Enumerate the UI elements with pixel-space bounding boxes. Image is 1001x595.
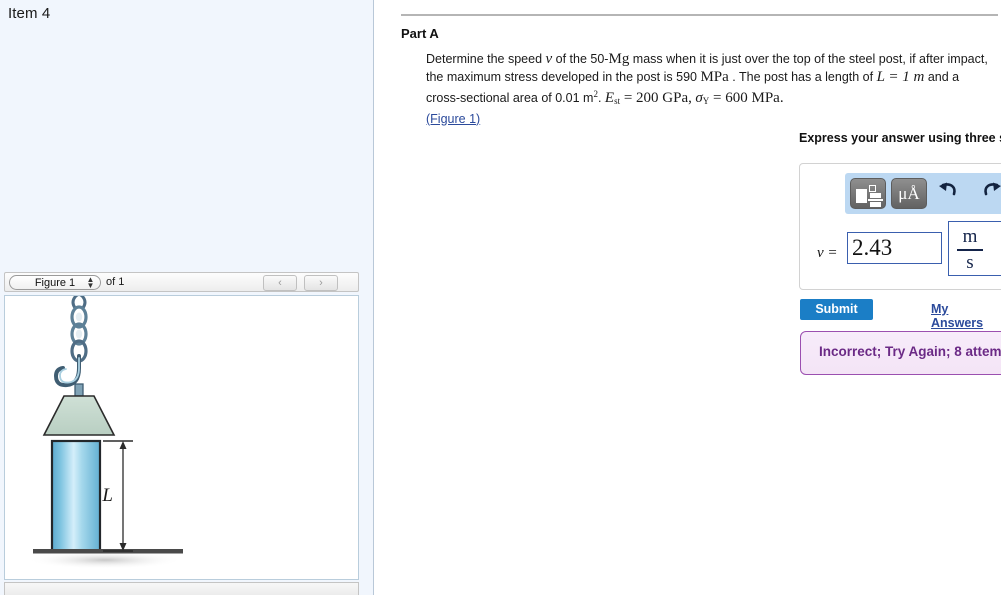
dimension-label-L: L <box>101 485 113 506</box>
ground-line <box>27 549 183 569</box>
mass-unit: Mg <box>608 51 630 67</box>
my-answers-link[interactable]: My Answers <box>931 302 1001 330</box>
figure-panel-footer <box>4 582 359 595</box>
part-heading: Part A <box>401 26 439 41</box>
answer-unit-input[interactable]: m s <box>948 221 1001 276</box>
question-segment-6: . <box>597 91 605 105</box>
stepper-arrows-icon[interactable]: ▲ ▼ <box>86 276 95 290</box>
instruction-text: Express your answer using three signific… <box>799 131 1001 145</box>
question-text: Determine the speed v of the 50-Mg mass … <box>426 51 996 128</box>
submit-button[interactable]: Submit <box>800 299 873 320</box>
modulus-value: = 200 GPa, <box>620 90 692 106</box>
question-segment-4: . The post has a length of <box>728 69 877 84</box>
length-expression: L = 1 m <box>876 68 925 85</box>
hook-icon <box>53 354 84 397</box>
steel-post <box>50 439 102 553</box>
math-template-icon[interactable] <box>850 178 886 209</box>
undo-icon[interactable] <box>937 180 965 208</box>
figure-link[interactable]: (Figure 1) <box>426 112 480 126</box>
section-divider <box>401 14 998 16</box>
figure-toolbar: Figure 1 ▲ ▼ of 1 ‹ › <box>4 272 359 292</box>
left-problem-panel: Item 4 Figure 1 ▲ ▼ of 1 ‹ › L <box>0 0 374 595</box>
figure-next-button[interactable]: › <box>304 275 338 291</box>
redo-icon[interactable] <box>981 180 1001 208</box>
answer-variable-label: v = <box>817 245 838 261</box>
figure-viewer[interactable]: L <box>4 295 359 580</box>
fraction-bar <box>957 249 983 251</box>
feedback-message: Incorrect; Try Again; 8 attempts remaini… <box>819 344 1001 359</box>
unit-numerator: m <box>962 226 978 247</box>
right-answer-panel: Part A Determine the speed v of the 50-M… <box>375 0 1001 595</box>
math-toolbar: μÅ <box>845 173 1001 214</box>
unit-denominator: s <box>966 251 974 273</box>
mass-block <box>42 395 116 436</box>
question-segment-1: Determine the speed <box>426 52 546 66</box>
figure-select-value: Figure 1 <box>34 277 76 289</box>
question-segment-2: of the 50- <box>552 52 609 66</box>
yield-value: = 600 MPa. <box>709 90 784 106</box>
chain-icon <box>70 296 88 363</box>
figure-select[interactable]: Figure 1 ▲ ▼ <box>9 275 101 290</box>
yield-symbol: σ <box>695 90 703 106</box>
figure-count-label: of 1 <box>106 276 125 288</box>
answer-widget: μÅ v = 2.43 m s <box>799 163 1001 290</box>
unit-fraction: m s <box>957 226 983 274</box>
answer-input[interactable]: 2.43 <box>847 232 942 264</box>
page-title: Item 4 <box>8 5 51 22</box>
feedback-banner: Incorrect; Try Again; 8 attempts remaini… <box>800 331 1001 375</box>
modulus-symbol: E <box>604 90 615 106</box>
units-icon[interactable]: μÅ <box>891 178 927 209</box>
figure-diagram: L <box>27 296 183 569</box>
stress-unit: MPa <box>700 68 729 85</box>
units-label: μÅ <box>898 184 920 203</box>
figure-prev-button[interactable]: ‹ <box>263 275 297 291</box>
